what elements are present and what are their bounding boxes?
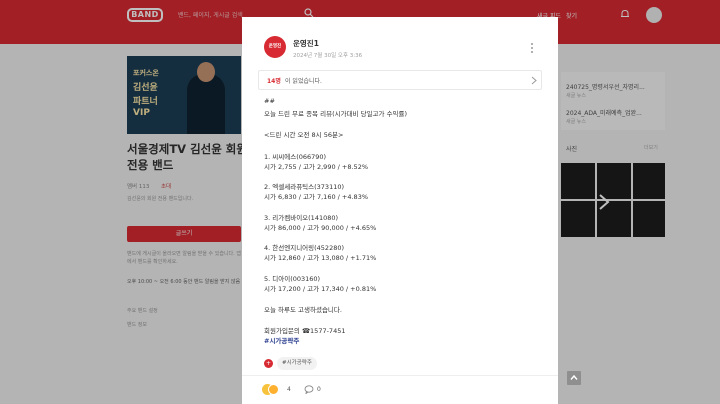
post-line: 회원가입문의 ☎1577-7451 [264, 327, 346, 335]
arrow-up-icon [570, 374, 578, 380]
post-line: 시가 12,860 / 고가 13,080 / +1.71% [264, 254, 377, 262]
post-line: <드린 시간 오전 8시 56분> [264, 131, 344, 139]
emoji-reaction-icon[interactable] [268, 384, 279, 395]
tag-chip[interactable]: #시가공략주 [277, 357, 317, 370]
post-line: 3. 리가켐바이오(141080) [264, 214, 339, 222]
post-line: ## [264, 97, 275, 105]
post-line: 시가 2,755 / 고가 2,990 / +8.52% [264, 163, 369, 171]
comment-count[interactable]: 0 [317, 386, 321, 393]
add-tag-icon[interactable]: + [264, 359, 273, 368]
post-line: 오늘 하루도 고생하셨습니다. [264, 306, 342, 314]
post-line: 시가 6,830 / 고가 7,160 / +4.83% [264, 193, 369, 201]
post-hashtag[interactable]: #시가공략주 [264, 335, 299, 345]
scroll-top-button[interactable] [567, 371, 581, 385]
divider [242, 375, 558, 376]
post-line: 1. 씨씨에스(066790) [264, 153, 327, 161]
comment-icon[interactable] [304, 385, 314, 394]
post-date: 2024년 7월 30일 오후 3:36 [293, 53, 363, 59]
read-count: 14명 [267, 78, 281, 85]
author-name[interactable]: 운영진1 [293, 38, 319, 49]
post-line: 시가 17,200 / 고가 17,340 / +0.81% [264, 285, 377, 293]
post-line: 2. 엑셀세라퓨틱스(373110) [264, 183, 345, 191]
author-avatar[interactable]: 운영진 [264, 36, 286, 58]
read-count-row[interactable]: 14명 이 읽었습니다. [258, 70, 542, 90]
post-modal: 운영진 운영진1 2024년 7월 30일 오후 3:36 14명 이 읽었습니… [242, 17, 558, 404]
more-options-icon[interactable] [530, 42, 534, 54]
read-label: 이 읽었습니다. [285, 78, 322, 85]
post-line: 오늘 드린 무료 종목 리뷰(시가대비 당일고가 수익률) [264, 110, 408, 118]
reaction-count[interactable]: 4 [287, 386, 291, 393]
post-line: 5. 디아이(003160) [264, 275, 321, 283]
chevron-right-icon [531, 76, 537, 85]
post-line: 시가 86,000 / 고가 90,000 / +4.65% [264, 224, 377, 232]
post-line: 4. 한선엔지니어링(452280) [264, 244, 345, 252]
